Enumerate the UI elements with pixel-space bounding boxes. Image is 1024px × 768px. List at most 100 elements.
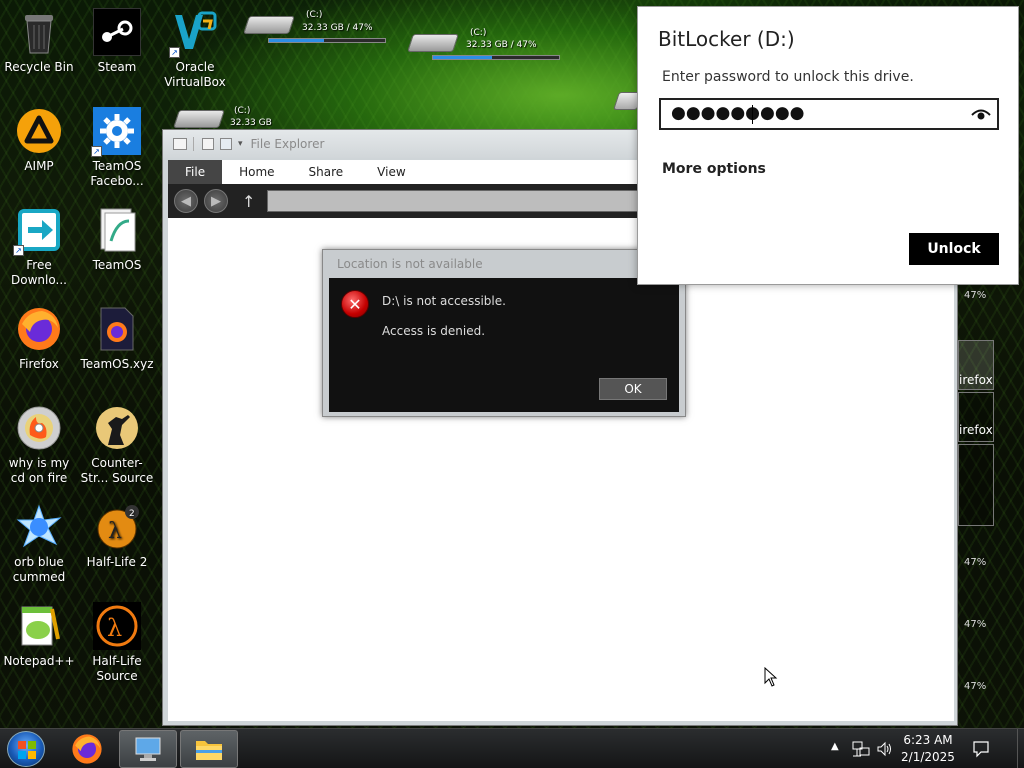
hard-drive-icon	[173, 110, 225, 128]
chevron-down-icon[interactable]: ▾	[238, 139, 243, 149]
ok-button[interactable]: OK	[599, 378, 667, 400]
bitlocker-unlock-panel: BitLocker (D:) Enter password to unlock …	[637, 6, 1019, 285]
drive-info: 32.33 GB / 47%	[466, 40, 537, 50]
preview-label: irefox	[959, 373, 993, 387]
desktop-icon-counter-strike[interactable]: Counter-Str... Source	[78, 404, 156, 486]
desktop-icon-teamos[interactable]: TeamOS	[78, 206, 156, 273]
clock-date: 2/1/2025	[901, 750, 955, 764]
back-button[interactable]: ◀	[174, 189, 198, 213]
computer-icon	[135, 737, 161, 761]
dialog-title: Location is not available	[337, 257, 483, 271]
half-life-2-icon: λ2	[93, 503, 141, 551]
blue-orb-icon	[15, 503, 63, 551]
desktop-icon-label: Recycle Bin	[4, 60, 74, 74]
forward-button[interactable]: ▶	[204, 189, 228, 213]
taskbar-preview-firefox[interactable]: irefox	[958, 392, 994, 442]
desktop-icon-teamos-facebook[interactable]: ↗ TeamOS Facebo...	[78, 107, 156, 189]
desktop-icon-label: AIMP	[24, 159, 54, 173]
desktop-icon-half-life-2[interactable]: λ2 Half-Life 2	[78, 503, 156, 570]
half-life-source-icon: λ	[93, 602, 141, 650]
folder-icon	[196, 741, 222, 760]
taskbar-remote-desktop[interactable]	[119, 730, 177, 768]
free-download-manager-icon: ↗	[13, 206, 63, 256]
drive-usage-bar	[432, 55, 560, 60]
desktop-icon-label: why is my cd on fire	[8, 456, 70, 485]
desktop-icon-label: TeamOS Facebo...	[90, 159, 144, 188]
taskbar-preview-firefox[interactable]: irefox	[958, 340, 994, 390]
desktop-icon-recycle-bin[interactable]: Recycle Bin	[0, 8, 78, 75]
tab-file[interactable]: File	[168, 160, 223, 184]
dialog-body: ✕ D:\ is not accessible. Access is denie…	[329, 278, 679, 412]
properties-icon[interactable]	[202, 138, 214, 150]
drive-percent-label: 47%	[964, 290, 987, 301]
hard-drive-icon	[407, 34, 459, 52]
desktop-icon-aimp[interactable]: AIMP	[0, 107, 78, 174]
desktop-icon-teamos-xyz[interactable]: TeamOS.xyz	[78, 305, 156, 372]
up-arrow-icon[interactable]: ↑	[242, 192, 255, 211]
more-options-link[interactable]: More options	[662, 161, 766, 177]
firefox-icon	[15, 305, 63, 353]
desktop-icon-steam[interactable]: Steam	[78, 8, 156, 75]
desktop-icon-label: Steam	[97, 60, 137, 74]
teamos-icon	[93, 206, 141, 254]
drive-usage-fill	[269, 39, 324, 42]
svg-text:2: 2	[129, 509, 135, 519]
teamos-facebook-icon: ↗	[91, 107, 141, 157]
preview-label: irefox	[959, 423, 993, 437]
action-center-icon[interactable]	[972, 740, 990, 758]
desktop-icon-label: Free Downlo...	[11, 258, 67, 287]
hard-drive-icon	[243, 16, 295, 34]
error-dialog: Location is not available ✕ D:\ is not a…	[322, 249, 686, 417]
show-hidden-icons-icon[interactable]: ▲	[831, 741, 839, 752]
desktop-icon-virtualbox[interactable]: ↗ Oracle VirtualBox	[156, 8, 234, 90]
desktop-icon-burning-cd[interactable]: why is my cd on fire	[0, 404, 78, 486]
desktop-icon-label: Counter-Str... Source	[80, 456, 154, 485]
teamos-xyz-icon	[93, 305, 141, 353]
show-desktop-button[interactable]	[1017, 729, 1024, 768]
drive-percent-label: 47%	[964, 557, 987, 568]
drive-widget[interactable]: (C:) 32.33 GB / 47%	[243, 10, 396, 50]
desktop-icon-label: orb blue cummed	[12, 555, 66, 584]
desktop-icon-label: Half-Life Source	[92, 654, 142, 683]
volume-icon[interactable]	[876, 740, 894, 758]
taskbar-preview[interactable]	[958, 444, 994, 526]
clock-time: 6:23 AM	[903, 733, 953, 747]
desktop-icon-label: Notepad++	[3, 654, 75, 668]
desktop-icon-half-life-source[interactable]: λ Half-Life Source	[78, 602, 156, 684]
drive-info: 32.33 GB	[230, 118, 272, 128]
desktop-icon-label: TeamOS.xyz	[80, 357, 154, 371]
drive-widget[interactable]: (C:) 32.33 GB / 47%	[407, 28, 560, 68]
drive-info: 32.33 GB / 47%	[302, 23, 373, 33]
new-folder-icon[interactable]	[220, 138, 232, 150]
tab-share[interactable]: Share	[292, 160, 361, 184]
desktop-icon-notepad-plus-plus[interactable]: Notepad++	[0, 602, 78, 669]
network-icon[interactable]	[852, 740, 870, 758]
burning-cd-icon	[15, 404, 63, 452]
tab-view[interactable]: View	[360, 160, 422, 184]
aimp-icon	[15, 107, 63, 155]
desktop-icon-firefox[interactable]: Firefox	[0, 305, 78, 372]
system-clock[interactable]: 6:23 AM 2/1/2025	[901, 732, 955, 766]
reveal-password-icon[interactable]	[971, 104, 991, 124]
taskbar-file-explorer[interactable]	[180, 730, 238, 768]
bitlocker-title: BitLocker (D:)	[658, 27, 795, 51]
text-caret	[752, 105, 753, 124]
drive-widget[interactable]: (C:) 32.33 GB	[173, 104, 276, 130]
window-icon	[173, 138, 187, 150]
taskbar-firefox[interactable]	[58, 730, 116, 768]
desktop-icon-label: Firefox	[19, 357, 59, 371]
firefox-icon	[72, 734, 102, 764]
drive-name: (C:)	[306, 10, 323, 20]
tab-home[interactable]: Home	[222, 160, 291, 184]
drive-name: (C:)	[470, 28, 487, 38]
desktop-icon-free-download-manager[interactable]: ↗ Free Downlo...	[0, 206, 78, 288]
start-button[interactable]	[7, 731, 45, 767]
shortcut-arrow-icon: ↗	[13, 245, 24, 256]
desktop-icon-blue-orb[interactable]: orb blue cummed	[0, 503, 78, 585]
taskbar: ▲ 6:23 AM 2/1/2025	[0, 728, 1024, 768]
error-detail: Access is denied.	[382, 324, 486, 338]
drive-percent-label: 47%	[964, 681, 987, 692]
svg-text:λ: λ	[107, 614, 122, 642]
password-field[interactable]: ●●●●●●●●●	[659, 98, 999, 130]
unlock-button[interactable]: Unlock	[909, 233, 999, 265]
